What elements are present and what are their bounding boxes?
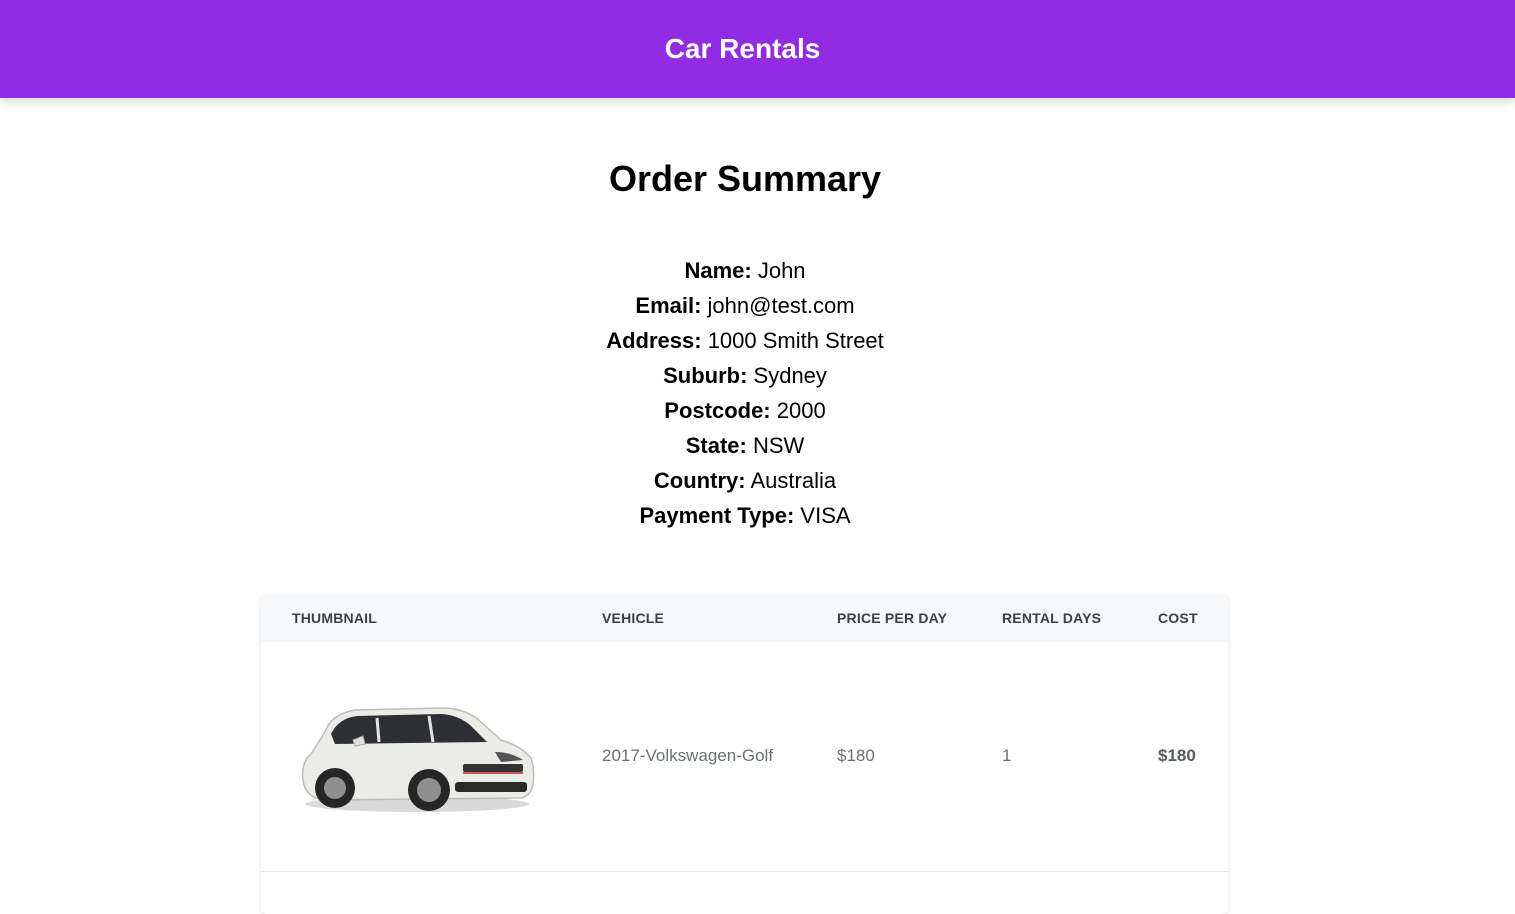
car-rear-rim (324, 777, 346, 799)
page-title: Order Summary (608, 158, 882, 199)
customer-details: Name: John Email: john@test.com Address:… (0, 253, 1490, 533)
detail-label: Address: (606, 328, 702, 353)
detail-value: 1000 Smith Street (707, 328, 884, 353)
detail-value: john@test.com (707, 293, 855, 318)
detail-name: Name: John (0, 253, 1490, 288)
detail-value: NSW (752, 433, 805, 458)
column-header-price-per-day: PRICE PER DAY (837, 610, 948, 626)
detail-email: Email: john@test.com (0, 288, 1490, 323)
car-front-rim (417, 778, 441, 802)
detail-payment-type: Payment Type: VISA (0, 498, 1490, 533)
detail-value: VISA (800, 503, 851, 528)
cell-vehicle: 2017-Volkswagen-Golf (602, 746, 774, 765)
car-thumbnail (301, 707, 535, 812)
detail-label: Suburb: (663, 363, 748, 388)
detail-address: Address: 1000 Smith Street (0, 323, 1490, 358)
detail-label: Email: (635, 293, 702, 318)
detail-value: Sydney (753, 363, 827, 388)
column-header-rental-days: RENTAL DAYS (1002, 610, 1102, 626)
detail-country: Country: Australia (0, 463, 1490, 498)
column-header-vehicle: VEHICLE (602, 610, 665, 626)
detail-state: State: NSW (0, 428, 1490, 463)
table-row: 2017-Volkswagen-Golf $180 1 $180 (261, 642, 1228, 872)
detail-value: John (757, 258, 806, 283)
app-title: Car Rentals (664, 33, 821, 64)
detail-suburb: Suburb: Sydney (0, 358, 1490, 393)
detail-value: 2000 (776, 398, 826, 423)
detail-postcode: Postcode: 2000 (0, 393, 1490, 428)
table-header: THUMBNAIL VEHICLE PRICE PER DAY RENTAL D… (261, 594, 1228, 642)
column-header-cost: COST (1158, 610, 1198, 626)
detail-value: Australia (750, 468, 837, 493)
car-grille (463, 764, 523, 772)
detail-label: State: (685, 433, 747, 458)
detail-label: Country: (653, 468, 746, 493)
cell-rental-days: 1 (1002, 746, 1012, 765)
column-header-thumbnail: THUMBNAIL (292, 610, 378, 626)
order-table: THUMBNAIL VEHICLE PRICE PER DAY RENTAL D… (261, 594, 1228, 914)
detail-label: Name: (684, 258, 752, 283)
detail-label: Postcode: (664, 398, 771, 423)
top-app-bar: Car Rentals (0, 0, 1515, 98)
detail-label: Payment Type: (639, 503, 795, 528)
cell-cost: $180 (1158, 746, 1196, 765)
cell-price-per-day: $180 (837, 746, 875, 765)
car-lower-grille (455, 782, 527, 792)
